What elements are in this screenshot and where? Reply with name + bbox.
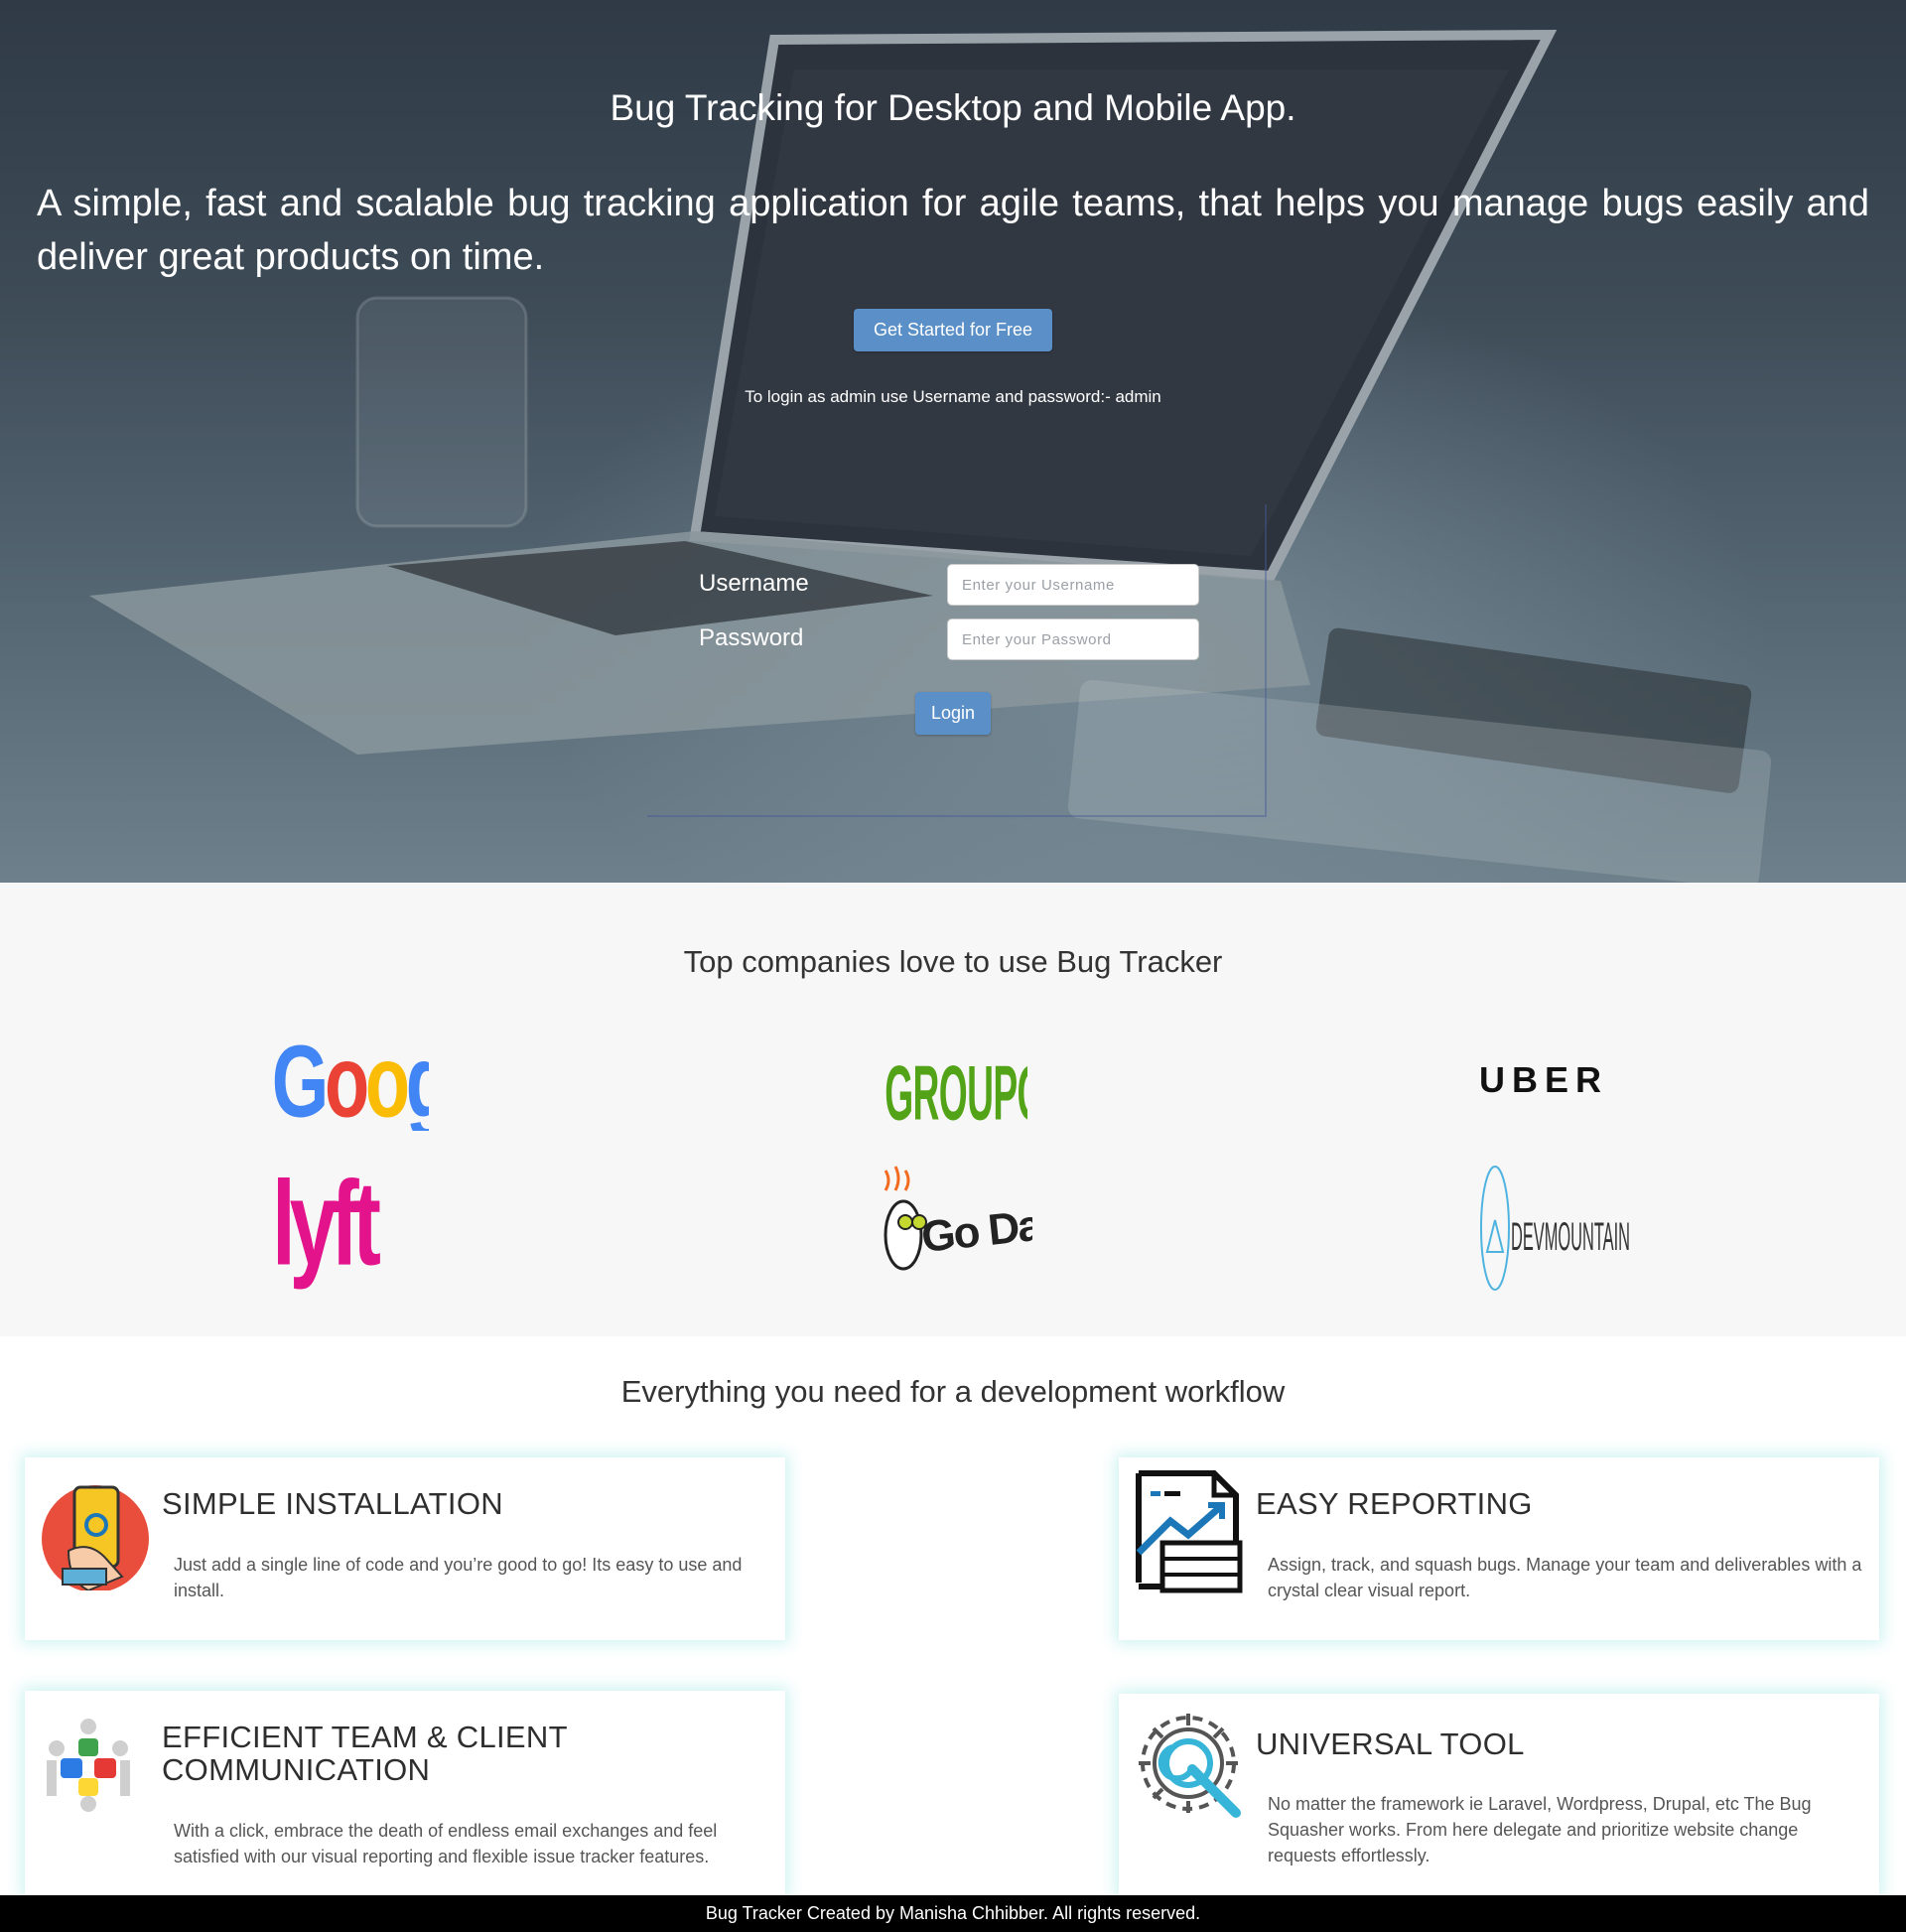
hero-section: Bug Tracking for Desktop and Mobile App.… [0, 0, 1906, 883]
svg-text:lyft: lyft [272, 1161, 380, 1290]
footer: Bug Tracker Created by Manisha Chhibber.… [0, 1895, 1906, 1932]
feature-card-team-communication: EFFICIENT TEAM & CLIENT COMMUNICATION Wi… [25, 1691, 785, 1895]
google-logo: Google [272, 1025, 429, 1131]
svg-text:UBER: UBER [1479, 1059, 1608, 1100]
password-label: Password [699, 624, 804, 651]
feature-card-simple-installation: SIMPLE INSTALLATION Just add a single li… [25, 1457, 785, 1640]
card-title: UNIVERSAL TOOL [1256, 1726, 1525, 1761]
footer-text: Bug Tracker Created by Manisha Chhibber.… [705, 1903, 1201, 1923]
card-title: SIMPLE INSTALLATION [162, 1486, 503, 1521]
card-text: With a click, embrace the death of endle… [174, 1821, 718, 1866]
companies-section: Top companies love to use Bug Tracker Go… [0, 883, 1906, 1336]
password-input[interactable] [947, 619, 1199, 660]
svg-text:Go Daddy: Go Daddy [919, 1193, 1032, 1262]
card-text: Assign, track, and squash bugs. Manage y… [1268, 1555, 1862, 1600]
get-started-button[interactable]: Get Started for Free [854, 309, 1052, 351]
hero-subtitle: A simple, fast and scalable bug tracking… [37, 183, 1869, 278]
uber-logo: UBER [1479, 1059, 1608, 1100]
svg-text:GROUPON: GROUPON [885, 1049, 1027, 1121]
devmountain-logo: DEVMOUNTAIN [1480, 1166, 1630, 1291]
card-title: EASY REPORTING [1256, 1486, 1533, 1521]
features-title: Everything you need for a development wo… [620, 1374, 1286, 1409]
svg-text:Google: Google [272, 1025, 429, 1131]
card-title: EFFICIENT TEAM & CLIENT COMMUNICATION [162, 1720, 568, 1787]
godaddy-logo: Go Daddy [884, 1166, 1032, 1271]
feature-card-easy-reporting: EASY REPORTING Assign, track, and squash… [1119, 1457, 1879, 1640]
lyft-logo: lyft [272, 1161, 386, 1290]
gear-wrench-icon [1139, 1714, 1241, 1818]
username-input[interactable] [947, 564, 1199, 606]
login-button[interactable]: Login [915, 692, 991, 735]
team-puzzle-icon [47, 1719, 130, 1812]
username-label: Username [699, 570, 809, 597]
card-text: Just add a single line of code and you’r… [174, 1555, 743, 1600]
companies-title: Top companies love to use Bug Tracker [683, 944, 1223, 979]
feature-card-universal-tool: UNIVERSAL TOOL No matter the framework i… [1119, 1694, 1879, 1895]
features-section: Everything you need for a development wo… [0, 1336, 1906, 1895]
login-form [647, 504, 1267, 817]
svg-text:DEVMOUNTAIN: DEVMOUNTAIN [1511, 1216, 1630, 1260]
groupon-logo: GROUPON [885, 1049, 1027, 1121]
phone-touch-icon [42, 1485, 149, 1590]
card-text: No matter the framework ie Laravel, Word… [1268, 1794, 1812, 1865]
login-hint: To login as admin use Username and passw… [745, 387, 1161, 406]
hero-title: Bug Tracking for Desktop and Mobile App. [610, 87, 1296, 128]
report-chart-icon [1136, 1470, 1243, 1593]
